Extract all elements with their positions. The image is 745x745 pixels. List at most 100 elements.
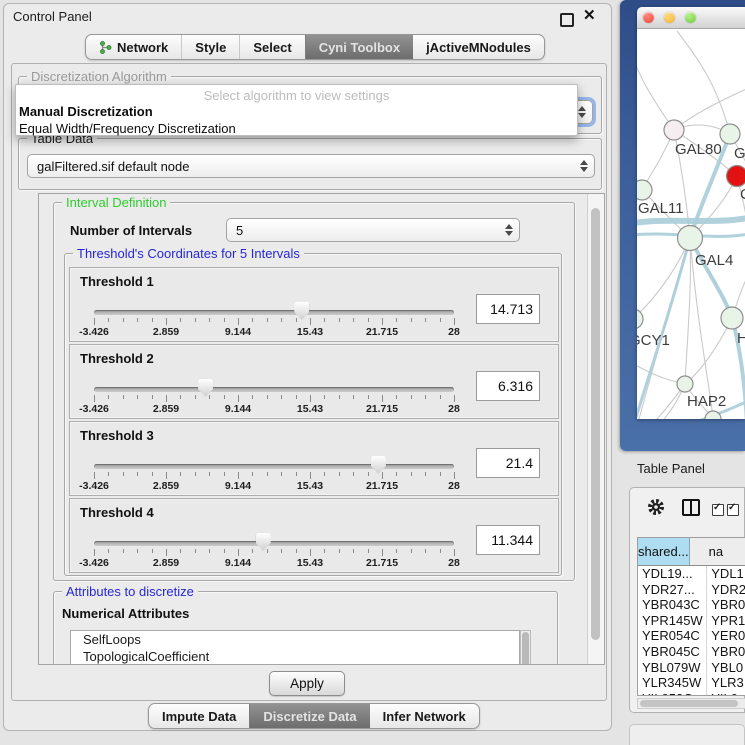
tab-cyni-toolbox[interactable]: Cyni Toolbox [305, 35, 413, 59]
threshold-value-field[interactable]: 6.316 [476, 371, 540, 401]
network-node[interactable] [664, 120, 684, 140]
threshold-value-field[interactable]: 14.713 [476, 294, 540, 324]
network-edge-thick[interactable] [637, 216, 745, 225]
network-edge-thick[interactable] [690, 238, 732, 318]
close-traffic-light[interactable] [643, 12, 654, 23]
slider-tick [137, 318, 138, 322]
network-node[interactable] [678, 226, 703, 251]
slider-tick [281, 318, 282, 322]
network-node[interactable] [727, 166, 745, 187]
gear-icon[interactable] [646, 497, 666, 517]
slider-tick [339, 472, 340, 476]
table-horizontal-scrollbar[interactable] [637, 698, 745, 709]
slider-tick-label: 2.859 [136, 403, 196, 415]
table-body: YDL19...YDL1YDR27...YDR2YBR043CYBR0YPR14… [638, 566, 745, 696]
slider-tick [267, 549, 268, 553]
network-edge[interactable] [685, 238, 690, 384]
network-edge[interactable] [637, 238, 690, 319]
threshold-2-panel: Threshold 2 -3.4262.8599.14415.4321.7152… [69, 344, 559, 419]
slider-track[interactable] [94, 387, 454, 392]
threshold-value-field[interactable]: 21.4 [476, 448, 540, 478]
threshold-4-panel: Threshold 4 -3.4262.8599.14415.4321.7152… [69, 498, 559, 573]
slider-tick [425, 395, 426, 399]
column-header-name[interactable]: na [690, 538, 745, 565]
table-row[interactable]: YDL19...YDL1 [638, 566, 745, 582]
tab-infer-network[interactable]: Infer Network [370, 704, 479, 728]
slider-track[interactable] [94, 541, 454, 546]
checkbox-icon[interactable] [712, 504, 724, 516]
threshold-label: Threshold 1 [80, 274, 154, 289]
column-header-shared-name[interactable]: shared... [638, 538, 690, 565]
panel-title: Control Panel [13, 9, 92, 24]
split-panel-icon[interactable] [682, 499, 700, 516]
slider-tick [252, 549, 253, 553]
number-of-intervals-combobox[interactable]: 5 [226, 218, 520, 242]
network-edge[interactable] [677, 31, 730, 134]
slider-tick [195, 395, 196, 399]
attribute-list-item[interactable]: SelfLoops [71, 631, 519, 648]
dropdown-option-equal-width[interactable]: Equal Width/Frequency Discretization [16, 120, 577, 137]
slider-tick [137, 549, 138, 553]
tab-select[interactable]: Select [239, 35, 304, 59]
tab-network[interactable]: Network [86, 35, 181, 59]
slider-scale: -3.4262.8599.14415.4321.71528 [94, 317, 454, 341]
slider-tick [123, 318, 124, 322]
threshold-value-field[interactable]: 11.344 [476, 525, 540, 555]
slider-tick-label: 21.715 [352, 326, 412, 338]
close-icon[interactable]: ✕ [583, 6, 596, 24]
slider-tick-label: 9.144 [208, 403, 268, 415]
network-edge[interactable] [685, 318, 732, 384]
network-edge[interactable] [637, 44, 674, 130]
tab-jactivemnodules[interactable]: jActiveMNodules [413, 35, 544, 59]
interval-definition-group: Interval Definition Number of Intervals … [53, 202, 575, 581]
network-window-titlebar[interactable] [637, 7, 745, 29]
network-node[interactable] [720, 124, 740, 144]
table-row[interactable]: YIL052CYIL0 [638, 691, 745, 696]
table-row[interactable]: YBR045CYBR0 [638, 644, 745, 660]
network-node[interactable] [637, 180, 652, 200]
tab-discretize-data[interactable]: Discretize Data [249, 704, 369, 728]
attributes-group: Attributes to discretize Numerical Attri… [53, 591, 558, 665]
slider-track[interactable] [94, 464, 454, 469]
network-edge[interactable] [674, 87, 745, 130]
slider-tick [454, 472, 455, 479]
attribute-list-item[interactable]: TopologicalCoefficient [71, 648, 519, 665]
slider-tick [209, 318, 210, 322]
table-data-group: Table Data galFiltered.sif default node [18, 138, 602, 190]
zoom-traffic-light[interactable] [685, 12, 696, 23]
network-node[interactable] [721, 307, 743, 329]
minimize-traffic-light[interactable] [664, 12, 675, 23]
slider-tick-label: 28 [424, 403, 484, 415]
table-row[interactable]: YER054CYER0 [638, 628, 745, 644]
slider-tick [195, 318, 196, 322]
attribute-list-scrollbar[interactable] [520, 630, 531, 665]
network-node[interactable] [637, 309, 643, 329]
network-node-label: GAL11 [638, 200, 684, 217]
slider-tick [267, 472, 268, 476]
dropdown-option-manual[interactable]: Manual Discretization [16, 103, 577, 120]
slider-track[interactable] [94, 310, 454, 315]
slider-scale: -3.4262.8599.14415.4321.71528 [94, 548, 454, 572]
slider-tick [339, 395, 340, 399]
network-node[interactable] [677, 376, 693, 392]
tab-style[interactable]: Style [181, 35, 239, 59]
slider-tick [368, 549, 369, 553]
slider-tick [94, 472, 95, 479]
threshold-label: Threshold 2 [80, 351, 154, 366]
checkbox-icon[interactable] [727, 504, 739, 516]
tab-impute-data[interactable]: Impute Data [149, 704, 249, 728]
slider-tick [152, 318, 153, 322]
slider-tick [396, 549, 397, 553]
slider-tick-label: 9.144 [208, 557, 268, 569]
table-row[interactable]: YLR345WYLR3 [638, 675, 745, 691]
table-row[interactable]: YPR145WYPR1 [638, 613, 745, 629]
slider-tick [411, 549, 412, 553]
settings-vertical-scrollbar[interactable] [587, 194, 604, 664]
table-row[interactable]: YBR043CYBR0 [638, 597, 745, 613]
apply-button[interactable]: Apply [269, 671, 345, 696]
network-canvas[interactable]: GAL80GCGAL11GAL4GCY1HHAP2 [637, 29, 745, 419]
float-window-icon[interactable] [560, 13, 574, 27]
table-data-combobox[interactable]: galFiltered.sif default node [27, 154, 595, 178]
table-row[interactable]: YBL079WYBL0 [638, 660, 745, 676]
table-row[interactable]: YDR27...YDR2 [638, 582, 745, 598]
